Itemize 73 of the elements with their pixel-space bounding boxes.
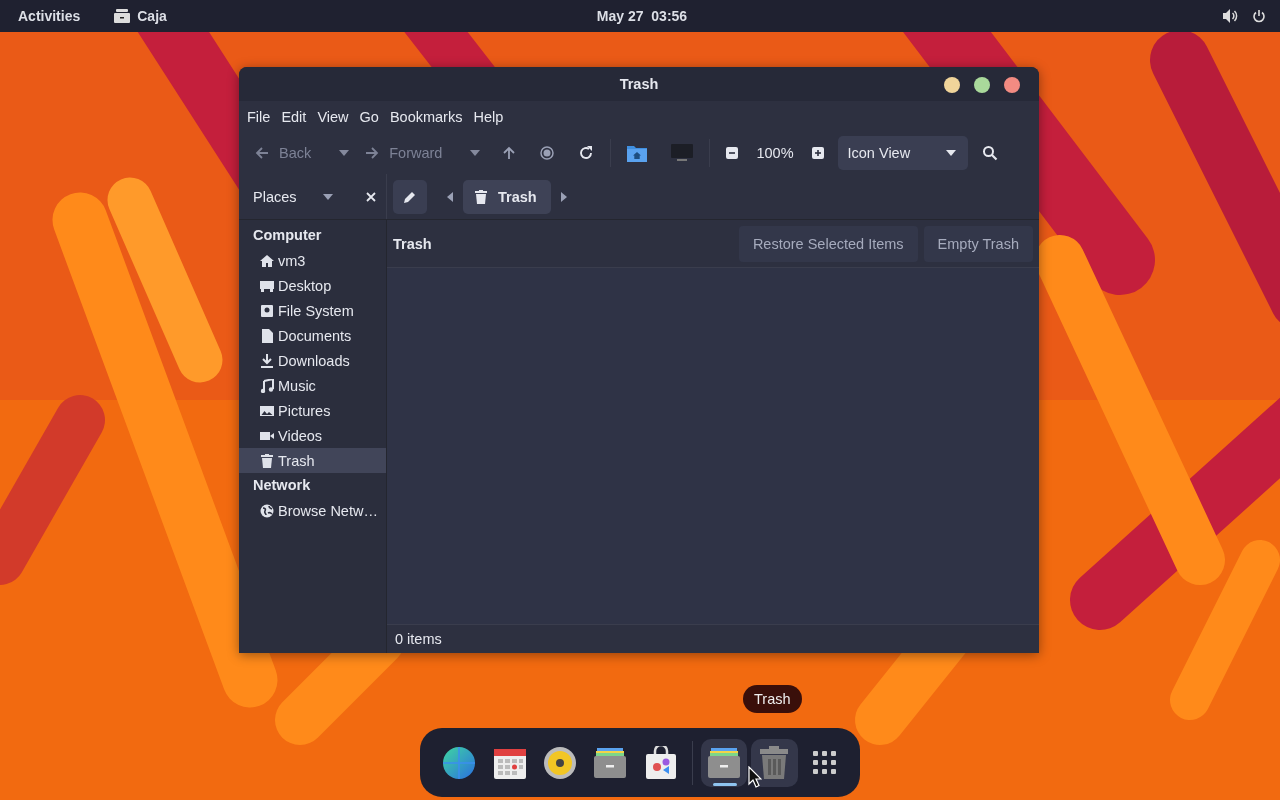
app-menu-button[interactable]: Caja: [114, 8, 167, 24]
arrow-icon: [365, 146, 380, 160]
section-heading: Network: [252, 476, 312, 495]
desktop-icon: [260, 278, 274, 293]
globe-icon[interactable]: [442, 745, 477, 780]
zoom-in-icon[interactable]: [811, 147, 824, 159]
sidebar-item[interactable]: File System: [239, 298, 386, 323]
music-note-icon: [260, 378, 274, 393]
file-cabinet-icon: [707, 745, 742, 780]
close-button[interactable]: [1004, 77, 1020, 93]
download-icon: [260, 353, 274, 368]
volume-icon[interactable]: [1222, 8, 1238, 24]
sidebar-item[interactable]: Trash: [239, 448, 386, 473]
stop-icon[interactable]: [540, 146, 555, 160]
menu-item[interactable]: Bookmarks: [384, 108, 468, 125]
edit-location-button[interactable]: [393, 179, 427, 214]
location-title: Trash: [393, 235, 432, 252]
sidebar-item[interactable]: Documents: [239, 323, 386, 348]
maximize-button[interactable]: [974, 77, 990, 93]
menu-item[interactable]: View: [312, 108, 354, 125]
picture-icon: [260, 403, 274, 418]
dock-item[interactable]: [700, 738, 748, 787]
caret-icon: [322, 193, 333, 200]
caret-icon: [339, 150, 350, 156]
reload-icon[interactable]: [578, 145, 595, 161]
sidebar-item[interactable]: Videos: [239, 423, 386, 448]
menu-item[interactable]: File: [242, 108, 276, 125]
right-arrow-icon[interactable]: [560, 191, 567, 202]
home-folder-icon[interactable]: [627, 144, 648, 162]
status-text: 0 items: [387, 624, 1039, 653]
shopping-bag-icon[interactable]: [643, 745, 678, 780]
caret-icon: [470, 150, 481, 156]
path-button[interactable]: Trash: [463, 179, 551, 214]
tooltip: Trash: [743, 685, 802, 713]
document-icon: [260, 328, 274, 343]
action-button[interactable]: Restore Selected Items: [738, 225, 918, 262]
sidebar-item[interactable]: vm3: [239, 248, 386, 273]
home-icon: [260, 253, 274, 268]
sidebar-mode-dropdown[interactable]: Places: [253, 188, 333, 205]
dock-item[interactable]: [751, 738, 798, 787]
up-arrow-icon[interactable]: [502, 146, 517, 160]
search-icon[interactable]: [981, 145, 998, 161]
mouse-cursor-icon: [748, 766, 762, 788]
action-button[interactable]: Empty Trash: [923, 225, 1033, 262]
cabinet-icon: [114, 9, 131, 23]
caret-icon: [945, 150, 956, 156]
arrow-icon: [255, 146, 269, 160]
clock[interactable]: May 27 03:56: [596, 8, 688, 24]
close-icon[interactable]: [366, 191, 376, 202]
trash-icon: [475, 189, 487, 204]
sidebar-item[interactable]: Music: [239, 373, 386, 398]
monitor-icon[interactable]: [671, 144, 694, 162]
sidebar-item[interactable]: Downloads: [239, 348, 386, 373]
left-arrow-icon[interactable]: [447, 191, 453, 202]
menu-item[interactable]: Help: [468, 108, 509, 125]
power-icon[interactable]: [1252, 9, 1266, 23]
view-mode-dropdown[interactable]: Icon View: [837, 136, 968, 170]
menu-item[interactable]: Go: [354, 108, 384, 125]
globe-icon: [260, 503, 274, 518]
minimize-button[interactable]: [944, 77, 960, 93]
speaker-icon[interactable]: [542, 745, 577, 780]
file-cabinet-icon[interactable]: [593, 745, 628, 780]
sidebar-item[interactable]: Pictures: [239, 398, 386, 423]
window-title: Trash: [619, 76, 659, 92]
section-heading: Computer: [252, 226, 323, 245]
zoom-level: 100%: [756, 145, 794, 161]
sidebar-item[interactable]: Browse Netw…: [239, 498, 386, 523]
zoom-out-icon[interactable]: [726, 147, 739, 159]
activities-button[interactable]: Activities: [18, 8, 81, 24]
pencil-icon: [403, 189, 417, 204]
trash-icon: [260, 453, 274, 468]
sidebar-item[interactable]: Desktop: [239, 273, 386, 298]
menu-item[interactable]: Edit: [276, 108, 312, 125]
